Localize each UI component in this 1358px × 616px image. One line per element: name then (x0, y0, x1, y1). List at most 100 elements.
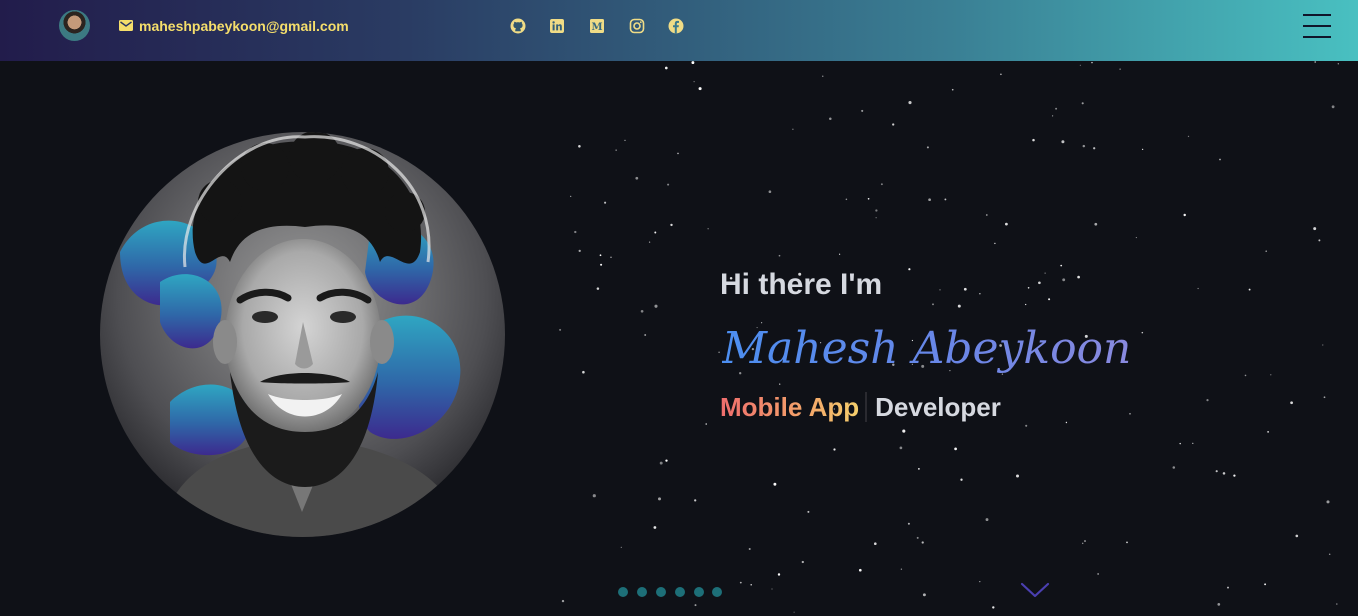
email-address[interactable]: maheshpabeykoon@gmail.com (139, 17, 349, 35)
star (957, 304, 961, 308)
star (1187, 135, 1190, 138)
star (1192, 442, 1194, 444)
star (874, 542, 877, 545)
svg-text:M: M (591, 22, 602, 33)
star (1091, 61, 1093, 64)
instagram-icon[interactable] (629, 18, 645, 34)
hero-role: Mobile App Developer (720, 391, 1001, 423)
star (1314, 61, 1317, 63)
star (1052, 115, 1054, 117)
pagination-dot[interactable] (637, 587, 647, 597)
star (658, 497, 661, 501)
star (599, 254, 602, 257)
star (1032, 138, 1035, 142)
star (939, 289, 941, 291)
star (1337, 63, 1339, 65)
star (792, 128, 794, 130)
star (1094, 222, 1098, 226)
star (916, 536, 919, 539)
star (1065, 421, 1068, 424)
hero-page: maheshpabeykoon@gmail.com M Hi there I'm… (0, 0, 1358, 616)
star (670, 223, 673, 227)
star (858, 568, 862, 572)
star (861, 109, 864, 112)
star (677, 152, 679, 155)
linkedin-icon[interactable] (549, 18, 565, 34)
star (1141, 331, 1144, 334)
star (1295, 534, 1299, 538)
medium-icon[interactable]: M (589, 18, 605, 34)
star (694, 604, 697, 607)
star (570, 195, 572, 198)
star (875, 217, 877, 219)
github-icon[interactable] (510, 18, 526, 34)
star (665, 459, 668, 462)
star (1323, 396, 1326, 399)
star (1082, 144, 1086, 148)
star (899, 446, 903, 450)
star (1326, 500, 1330, 504)
star (932, 303, 934, 306)
star (1126, 541, 1128, 544)
star (718, 351, 720, 354)
star (615, 149, 617, 151)
avatar[interactable] (59, 10, 90, 41)
star (777, 573, 781, 576)
star (667, 183, 670, 186)
star (1172, 466, 1176, 469)
pagination-dot[interactable] (618, 587, 628, 597)
pagination-dot[interactable] (694, 587, 704, 597)
star (574, 230, 577, 234)
star (644, 334, 647, 336)
star (561, 599, 565, 603)
star (1328, 553, 1331, 555)
star (582, 370, 585, 374)
pagination-dot[interactable] (656, 587, 666, 597)
star (1248, 288, 1251, 291)
star (926, 146, 929, 149)
star (1215, 470, 1218, 473)
star (768, 190, 772, 194)
star (1025, 424, 1028, 427)
envelope-icon (119, 20, 133, 31)
star (1331, 105, 1335, 109)
star (648, 241, 651, 243)
hamburger-menu-icon[interactable] (1303, 14, 1331, 38)
star (829, 117, 832, 121)
star (1093, 147, 1096, 150)
star (1081, 542, 1084, 545)
star (875, 209, 878, 212)
star (928, 198, 931, 202)
star (610, 256, 612, 259)
star (921, 541, 924, 544)
star (1244, 374, 1247, 377)
star (1129, 413, 1131, 415)
star (951, 88, 954, 91)
star (1264, 583, 1267, 586)
facebook-icon[interactable] (668, 18, 684, 34)
star (985, 518, 989, 522)
star (1016, 474, 1019, 478)
star (1081, 102, 1084, 105)
star (640, 309, 644, 313)
star (994, 242, 996, 245)
star (908, 268, 911, 271)
role-static-text: Developer (875, 392, 1001, 422)
pagination-dot[interactable] (675, 587, 685, 597)
star (833, 448, 836, 451)
star (1267, 431, 1269, 433)
star (1048, 298, 1051, 301)
chevron-down-icon[interactable] (1019, 580, 1051, 600)
pagination-dot[interactable] (712, 587, 722, 597)
star (653, 526, 657, 529)
star (1197, 287, 1199, 290)
star (1227, 586, 1229, 589)
star (694, 499, 697, 502)
star (839, 253, 841, 255)
star (1222, 472, 1226, 475)
star (600, 263, 603, 266)
star (918, 468, 920, 470)
star (1179, 442, 1181, 445)
star (801, 560, 804, 564)
star (1061, 140, 1065, 144)
